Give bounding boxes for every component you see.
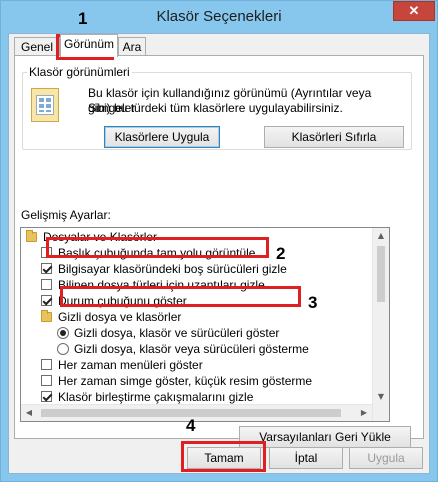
annotation-number: 1 bbox=[78, 9, 88, 28]
cancel-button[interactable]: İptal bbox=[269, 447, 343, 469]
annotation-number: 3 bbox=[308, 293, 318, 312]
vertical-scrollbar[interactable]: ▲ ▼ bbox=[372, 228, 389, 421]
folder-icon bbox=[26, 230, 37, 242]
checkbox[interactable] bbox=[41, 263, 52, 274]
list-item-label: Bilgisayar klasöründeki boş sürücüleri g… bbox=[58, 262, 287, 276]
list-item-label: Gizli dosya, klasör ve sürücüleri göster bbox=[74, 326, 280, 340]
list-item-label: Her zaman menüleri göster bbox=[58, 358, 203, 372]
close-button[interactable]: ✕ bbox=[393, 1, 435, 21]
highlight-box-hidden-files bbox=[60, 286, 301, 307]
folder-icon bbox=[31, 88, 59, 122]
radio-button[interactable] bbox=[57, 343, 69, 355]
checkbox[interactable] bbox=[41, 375, 52, 386]
vertical-scroll-thumb[interactable] bbox=[377, 246, 385, 302]
reset-folders-button[interactable]: Klasörleri Sıfırla bbox=[264, 126, 404, 148]
folder-views-description-line2: gibi) bu türdeki tüm klasörlere uygulaya… bbox=[88, 101, 343, 115]
highlight-box-ok-button bbox=[181, 441, 266, 472]
tab-search[interactable]: Ara bbox=[118, 37, 146, 57]
list-item-label: Her zaman simge göster, küçük resim göst… bbox=[58, 374, 313, 388]
highlight-box-extensions bbox=[46, 237, 269, 258]
scroll-up-icon[interactable]: ▲ bbox=[373, 228, 389, 244]
advanced-settings-title: Gelişmiş Ayarlar: bbox=[21, 208, 111, 222]
checkbox[interactable] bbox=[41, 391, 52, 402]
annotation-number: 4 bbox=[186, 416, 196, 435]
title-bar[interactable]: Klasör Seçenekleri ✕ bbox=[1, 1, 437, 33]
scroll-left-icon[interactable]: ◀ bbox=[21, 405, 37, 421]
list-item-label: Gizli dosya, klasör veya sürücüleri göst… bbox=[74, 342, 309, 356]
folder-views-title: Klasör görünümleri bbox=[27, 65, 132, 79]
folder-icon bbox=[41, 310, 52, 322]
tab-general[interactable]: Genel bbox=[14, 37, 60, 57]
annotation-number: 2 bbox=[276, 244, 286, 263]
tab-view[interactable]: Görünüm bbox=[60, 34, 118, 57]
apply-button[interactable]: Uygula bbox=[349, 447, 423, 469]
close-icon: ✕ bbox=[408, 3, 420, 18]
checkbox[interactable] bbox=[41, 279, 52, 290]
window-title: Klasör Seçenekleri bbox=[156, 8, 282, 25]
view-grid-icon bbox=[36, 95, 54, 115]
checkbox[interactable] bbox=[41, 295, 52, 306]
list-item-label: Klasör birleştirme çakışmalarını gizle bbox=[58, 390, 254, 404]
radio-button[interactable] bbox=[57, 327, 69, 339]
scroll-right-icon[interactable]: ▶ bbox=[356, 405, 372, 421]
scroll-down-icon[interactable]: ▼ bbox=[373, 389, 389, 405]
apply-to-folders-button[interactable]: Klasörlere Uygula bbox=[104, 126, 220, 148]
checkbox[interactable] bbox=[41, 359, 52, 370]
horizontal-scrollbar[interactable]: ◀ ▶ bbox=[21, 404, 372, 421]
list-item-label: Gizli dosya ve klasörler bbox=[58, 310, 182, 324]
